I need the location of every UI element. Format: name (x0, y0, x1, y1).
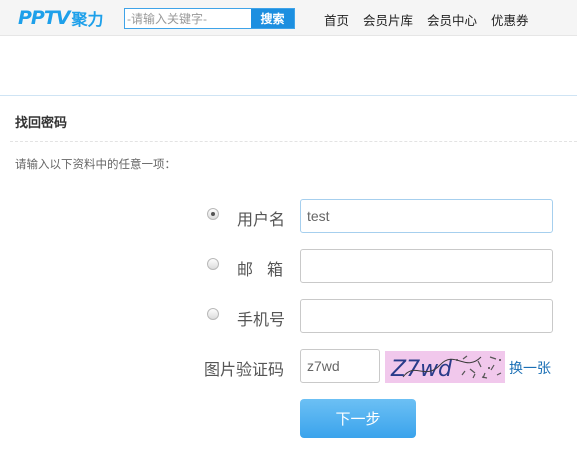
logo-text: 聚力 (71, 12, 104, 29)
nav-item-member-library[interactable]: 会员片库 (363, 10, 413, 29)
captcha-noise-dot (456, 359, 458, 361)
instruction-text: 请输入以下资料中的任意一项： (15, 159, 176, 171)
captcha-noise-dot (499, 359, 501, 361)
top-header: PPTV 聚力 搜索 首页 会员片库 会员中心 优惠券 (0, 0, 577, 36)
top-nav: 首页 会员片库 会员中心 优惠券 (324, 10, 543, 29)
phone-label: 手机号 (237, 312, 286, 329)
email-field[interactable] (300, 249, 553, 283)
username-radio[interactable] (207, 208, 219, 220)
dashed-divider (10, 141, 577, 142)
refresh-captcha-link[interactable]: 换一张 (509, 358, 551, 378)
next-step-button[interactable]: 下一步 (300, 399, 416, 438)
email-label: 邮箱 (237, 262, 298, 279)
nav-item-home[interactable]: 首页 (324, 10, 349, 29)
nav-item-member-center[interactable]: 会员中心 (427, 10, 477, 29)
email-radio[interactable] (207, 258, 219, 270)
section-divider (0, 95, 577, 96)
phone-radio[interactable] (207, 308, 219, 320)
logo-mark: PPTV (18, 7, 71, 29)
search-button[interactable]: 搜索 (251, 9, 294, 28)
captcha-label: 图片验证码 (204, 362, 285, 379)
page-title: 找回密码 (15, 115, 68, 130)
username-field[interactable] (300, 199, 553, 233)
captcha-input[interactable] (300, 349, 380, 383)
username-label: 用户名 (237, 212, 286, 229)
pptv-logo[interactable]: PPTV 聚力 (18, 6, 104, 30)
search-box: 搜索 (124, 8, 295, 29)
captcha-noise-dot (488, 367, 490, 369)
search-input[interactable] (125, 9, 251, 28)
nav-item-coupons[interactable]: 优惠券 (491, 10, 529, 29)
phone-field[interactable] (300, 299, 553, 333)
captcha-text: Z7wd (390, 357, 453, 382)
captcha-image[interactable]: Z7wd (385, 351, 505, 383)
